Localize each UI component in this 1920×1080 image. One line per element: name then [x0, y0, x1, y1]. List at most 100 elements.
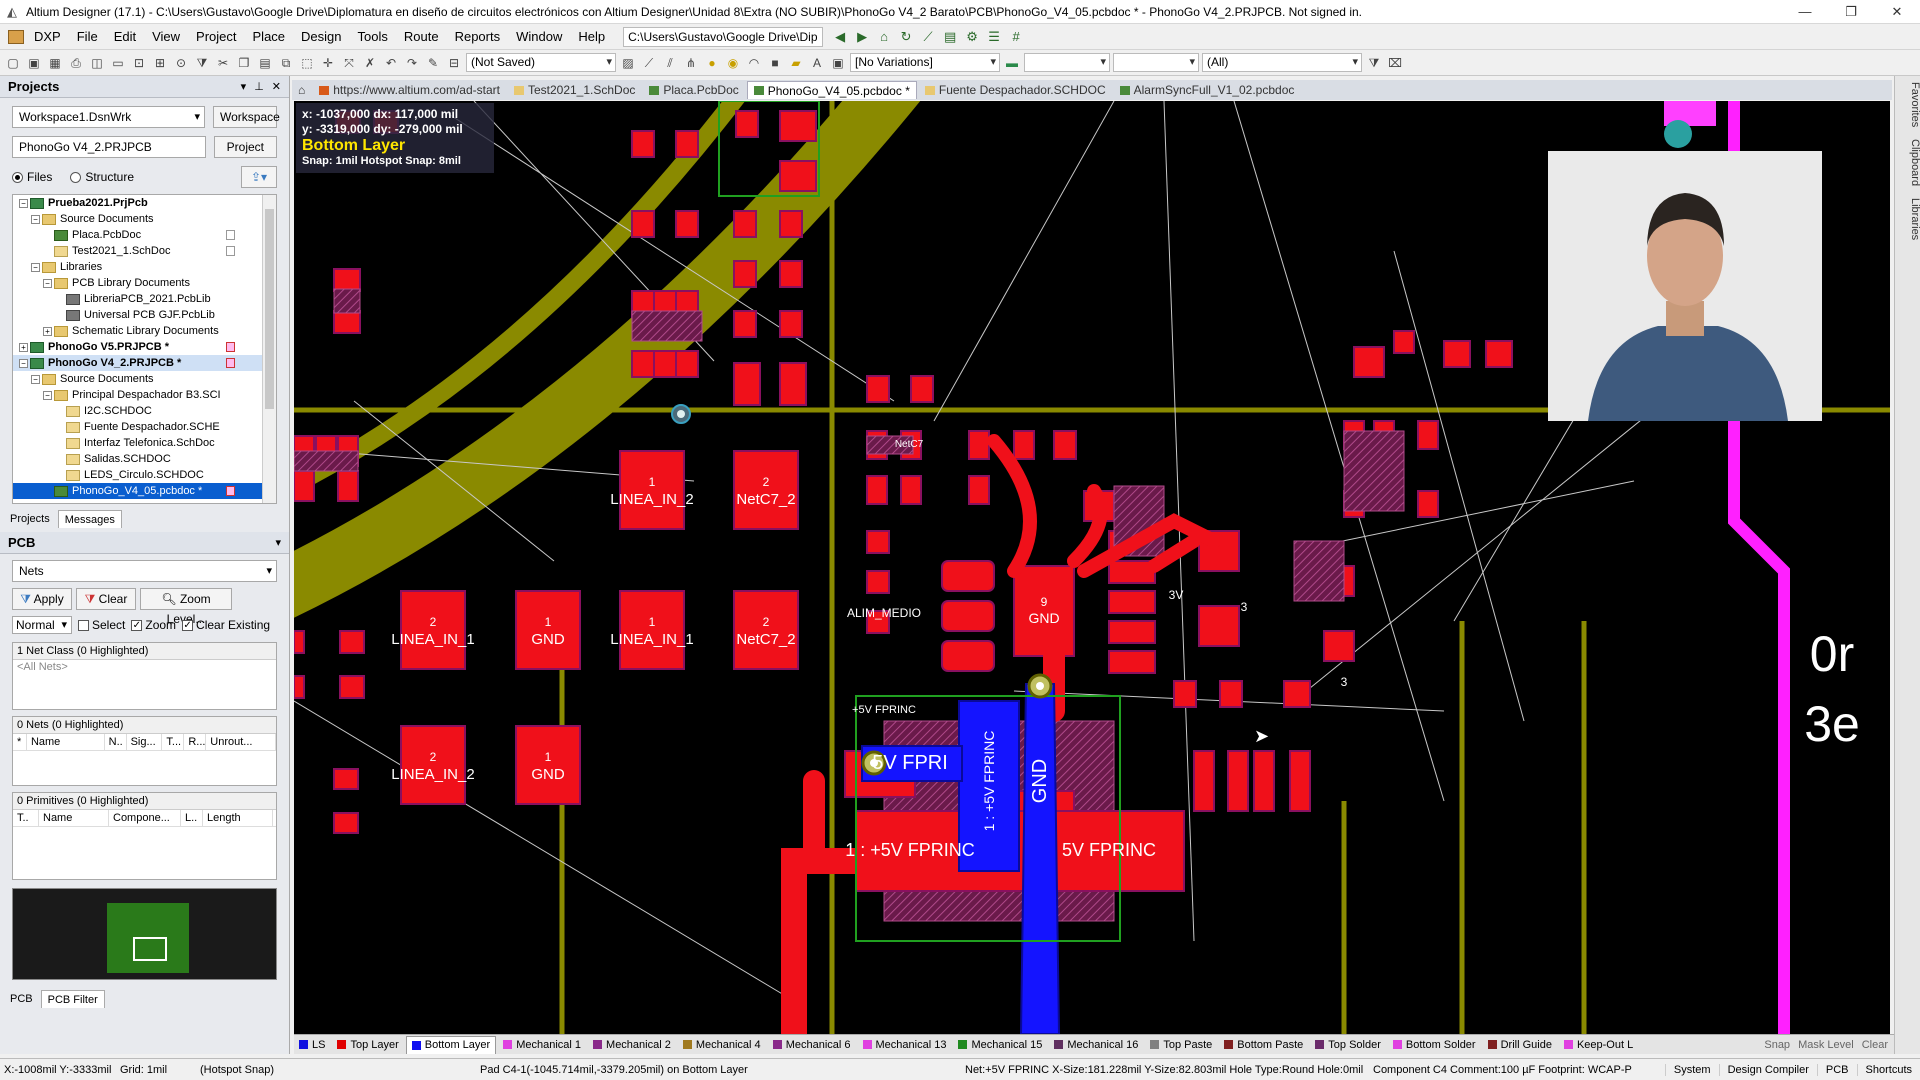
prims-col-layer[interactable]: L.. [181, 810, 203, 826]
tree-item[interactable]: Test2021_1.SchDoc [13, 243, 263, 259]
all-combo[interactable]: (All) [1202, 53, 1362, 72]
tree-item[interactable]: PhonoGo_V4_05.pcbdoc * [13, 483, 263, 499]
redo-icon[interactable]: ↷ [403, 54, 421, 72]
minimap-viewport[interactable] [133, 937, 167, 961]
filter-icon[interactable]: ⧩ [193, 54, 211, 72]
expand-icon[interactable]: + [43, 326, 52, 336]
clear-button[interactable]: ⧩ Clear [76, 588, 136, 610]
document-path-combo[interactable]: C:\Users\Gustavo\Google Drive\Dip [623, 26, 824, 47]
pad-icon[interactable]: ◉ [724, 54, 742, 72]
layer-tab[interactable]: Bottom Solder [1388, 1036, 1481, 1054]
tree-item[interactable]: Placa.PcbDoc [13, 227, 263, 243]
nets-col-name[interactable]: Name [27, 734, 105, 750]
structure-radio[interactable]: Structure [70, 170, 134, 184]
tree-item[interactable]: LibreriaPCB_2021.PcbLib [13, 291, 263, 307]
board-icon[interactable]: ▬ [1003, 54, 1021, 72]
layer-tab[interactable]: Mechanical 2 [588, 1036, 676, 1054]
menu-place[interactable]: Place [245, 26, 294, 48]
tree-item[interactable]: + PhonoGo V5.PRJPCB * [13, 339, 263, 355]
browse-icon[interactable]: ⊟ [445, 54, 463, 72]
save-status-combo[interactable]: (Not Saved) [466, 53, 616, 72]
variations-combo[interactable]: [No Variations] [850, 53, 1000, 72]
status-design-compiler-button[interactable]: Design Compiler [1718, 1063, 1817, 1076]
document-tab[interactable]: https://www.altium.com/ad-start [313, 81, 506, 99]
pcb-mode-combo[interactable]: Nets [12, 560, 277, 582]
multi-route-icon[interactable]: ⋔ [682, 54, 700, 72]
layer-tab[interactable]: Mechanical 16 [1049, 1036, 1143, 1054]
rubber-stamp-icon[interactable]: ⧉ [277, 54, 295, 72]
copy-icon[interactable]: ❐ [235, 54, 253, 72]
nets-col-routed[interactable]: R... [184, 734, 207, 750]
favorites-tab[interactable]: Favorites [1895, 76, 1920, 133]
menu-route[interactable]: Route [396, 26, 447, 48]
layer-tab[interactable]: Top Solder [1310, 1036, 1386, 1054]
collapse-icon[interactable]: − [19, 358, 28, 368]
zoom-selected-icon[interactable]: ⊙ [172, 54, 190, 72]
menu-reports[interactable]: Reports [447, 26, 509, 48]
nets-col-star[interactable]: * [13, 734, 27, 750]
collapse-icon[interactable]: − [31, 262, 40, 272]
layer-tool-0[interactable]: Snap [1764, 1039, 1790, 1051]
layer-tab[interactable]: LS [294, 1036, 330, 1054]
component-place-icon[interactable]: ▣ [829, 54, 847, 72]
diff-pair-icon[interactable]: ⫽ [661, 54, 679, 72]
tree-scroll-thumb[interactable] [265, 209, 274, 409]
document-tab[interactable]: Placa.PcbDoc [643, 81, 744, 99]
menu-file[interactable]: File [69, 26, 106, 48]
collapse-icon[interactable]: − [43, 390, 52, 400]
prims-col-length[interactable]: Length [203, 810, 273, 826]
tab-messages[interactable]: Messages [57, 510, 122, 528]
nets-col-signal[interactable]: Sig... [127, 734, 163, 750]
polygon-icon[interactable]: ▰ [787, 54, 805, 72]
layer-tool-2[interactable]: Clear [1862, 1039, 1888, 1051]
menu-design[interactable]: Design [293, 26, 349, 48]
home-icon[interactable]: ⌂ [875, 28, 893, 46]
minimize-button[interactable]: — [1782, 0, 1828, 24]
arc-icon[interactable]: ◠ [745, 54, 763, 72]
via-icon[interactable]: ● [703, 54, 721, 72]
layer-tab[interactable]: Bottom Paste [1219, 1036, 1308, 1054]
nets-col-nodes[interactable]: N.. [105, 734, 127, 750]
home-tab-icon[interactable]: ⌂ [292, 81, 311, 99]
mask-mode-combo[interactable]: Normal [12, 616, 72, 634]
tree-item[interactable]: Universal PCB GJF.PcbLib [13, 307, 263, 323]
layer-tab[interactable]: Mechanical 13 [858, 1036, 952, 1054]
project-field[interactable]: PhonoGo V4_2.PRJPCB [12, 136, 206, 158]
dxp-icon[interactable] [8, 29, 24, 44]
zoom-level-button[interactable]: 🔍︎ Zoom Level... [140, 588, 232, 626]
collapse-icon[interactable]: − [31, 214, 40, 224]
menu-help[interactable]: Help [570, 26, 613, 48]
clear-existing-checkbox[interactable]: ✓ Clear Existing [182, 618, 270, 632]
collapse-icon[interactable]: − [43, 278, 52, 288]
tree-item[interactable]: + Schematic Library Documents [13, 323, 263, 339]
apply-button[interactable]: ⧩ Apply [12, 588, 72, 610]
tree-item[interactable]: − Libraries [13, 259, 263, 275]
files-radio[interactable]: Files [12, 170, 52, 184]
tree-item[interactable]: LEDS_Circulo.SCHDOC [13, 467, 263, 483]
tree-item[interactable]: I2C.SCHDOC [13, 403, 263, 419]
menu-view[interactable]: View [144, 26, 188, 48]
workspace-combo[interactable]: Workspace1.DsnWrk [12, 106, 205, 128]
layer-tab[interactable]: Top Layer [332, 1036, 403, 1054]
libraries-tab[interactable]: Libraries [1895, 192, 1920, 246]
document-tab[interactable]: AlarmSyncFull_V1_02.pcbdoc [1114, 81, 1301, 99]
align-icon[interactable]: ☰ [985, 28, 1003, 46]
filter-combo-1[interactable] [1024, 53, 1110, 72]
zoom-area-icon[interactable]: ⊞ [151, 54, 169, 72]
interactive-route-icon[interactable]: ⟋ [640, 54, 658, 72]
open-icon[interactable]: ▣ [25, 54, 43, 72]
filter-combo-2[interactable] [1113, 53, 1199, 72]
prims-col-name[interactable]: Name [39, 810, 109, 826]
layer-tab[interactable]: Top Paste [1145, 1036, 1217, 1054]
tree-item[interactable]: Salidas.SCHDOC [13, 451, 263, 467]
pcb-panel-menu-icon[interactable]: ▾ [275, 536, 281, 549]
clear-filter-icon[interactable]: ✗ [361, 54, 379, 72]
tree-scrollbar[interactable] [262, 195, 276, 503]
print-icon[interactable]: ⎙ [67, 54, 85, 72]
menu-dxp[interactable]: DXP [26, 26, 69, 48]
collapse-icon[interactable]: − [31, 374, 40, 384]
layer-tab[interactable]: Mechanical 15 [953, 1036, 1047, 1054]
highlight-icon[interactable]: ✎ [424, 54, 442, 72]
nets-col-total[interactable]: T... [162, 734, 185, 750]
string-icon[interactable]: A [808, 54, 826, 72]
